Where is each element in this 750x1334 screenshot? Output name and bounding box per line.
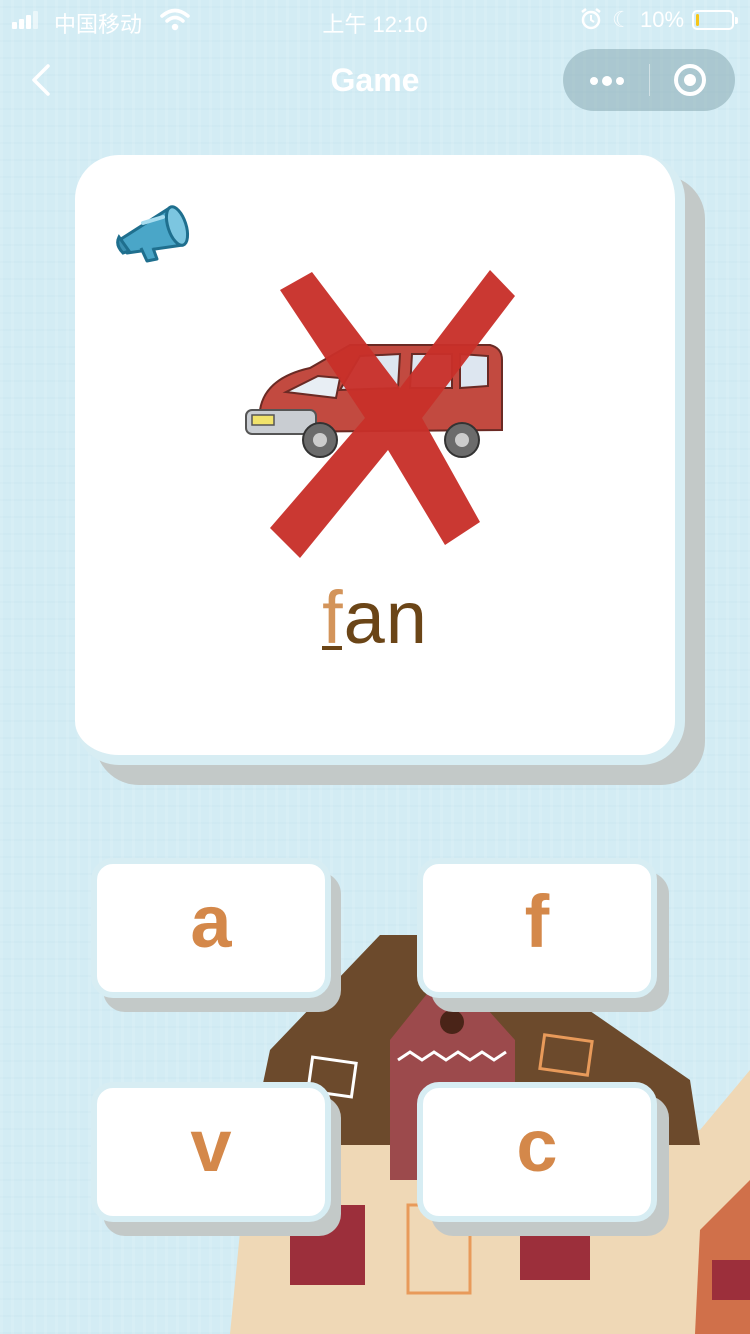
- mini-program-capsule: [563, 49, 735, 111]
- option-a-button[interactable]: a: [91, 858, 331, 998]
- status-bar: 中国移动 上午 12:10 ☾ 10%: [0, 0, 750, 40]
- van-picture: [245, 270, 515, 558]
- word-card: fan: [75, 155, 685, 765]
- word-missing-letter: f: [322, 576, 344, 659]
- more-options-button[interactable]: [563, 49, 649, 111]
- target-word: fan: [75, 575, 675, 660]
- battery-level: [696, 14, 699, 26]
- battery-percent: 10%: [640, 7, 685, 32]
- battery-icon: [692, 10, 738, 30]
- option-f-button[interactable]: f: [417, 858, 657, 998]
- word-remaining-letters: an: [343, 576, 428, 659]
- do-not-disturb-icon: ☾: [612, 7, 632, 32]
- close-target-icon[interactable]: [674, 64, 706, 96]
- option-v-button[interactable]: v: [91, 1082, 331, 1222]
- option-c-button[interactable]: c: [417, 1082, 657, 1222]
- alarm-icon: [581, 8, 601, 30]
- status-time: 上午 12:10: [322, 12, 428, 37]
- megaphone-icon[interactable]: [113, 193, 193, 265]
- capsule-divider: [649, 64, 650, 96]
